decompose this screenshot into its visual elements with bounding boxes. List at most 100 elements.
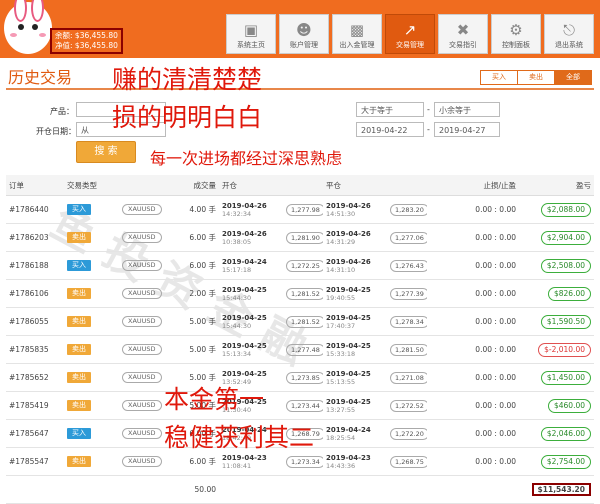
open-datetime: 2019-04-25 15:13:34	[219, 335, 279, 364]
trade-type-cell: 卖出	[64, 447, 119, 476]
total-spacer	[219, 475, 519, 504]
symbol-badge: XAUUSD	[122, 316, 162, 327]
close-time: 15:13:55	[326, 377, 356, 386]
close-time: 14:31:29	[326, 237, 356, 246]
nav-trading-button[interactable]: ↗ 交易管理	[385, 14, 435, 54]
open-datetime: 2019-04-26 10:38:05	[219, 223, 279, 252]
close-date-to-input[interactable]: 2019-04-27	[434, 122, 500, 137]
balance-row: 余额: $36,455.80	[55, 31, 118, 40]
order-id: #1785547	[6, 447, 64, 476]
range-separator: -	[427, 105, 430, 114]
close-price: 1,272.20	[390, 427, 427, 440]
col-open: 开仓	[219, 175, 279, 196]
pnl-badge: $826.00	[547, 286, 591, 301]
close-date: 2019-04-26	[326, 257, 371, 266]
open-price: 1,281.90	[286, 231, 323, 244]
symbol-badge: XAUUSD	[122, 204, 162, 215]
order-id: #1786106	[6, 279, 64, 308]
order-id: #1786055	[6, 307, 64, 336]
trade-type-cell: 卖出	[64, 279, 119, 308]
volume: 6.00 手	[183, 223, 219, 252]
pnl-cell: $-2,010.00	[519, 335, 594, 364]
open-date: 2019-04-25	[222, 285, 267, 294]
table-row: #1786055 卖出 XAUUSD 5.00 手 2019-04-25 15:44:30…	[6, 307, 594, 336]
nav-account-button[interactable]: ☻ 账户管理	[279, 14, 329, 54]
tools-icon: ✖	[456, 21, 470, 39]
rabbit-cheek-icon	[39, 33, 46, 37]
search-button[interactable]: 搜 索	[76, 141, 136, 163]
trade-type-badge: 买入	[67, 260, 91, 271]
pnl-cell: $2,088.00	[519, 195, 594, 224]
equity-value: $36,455.80	[74, 41, 118, 50]
open-date: 2019-04-26	[222, 201, 267, 210]
trade-type-cell: 卖出	[64, 223, 119, 252]
volume: 2.00 手	[183, 279, 219, 308]
overlay-line-2: 损的明明白白	[112, 103, 263, 132]
close-date: 2019-04-25	[326, 369, 371, 378]
nav-guide-button[interactable]: ✖ 交易指引	[438, 14, 488, 54]
nav-deposit-button[interactable]: ▩ 出入金管理	[332, 14, 382, 54]
close-price-cell: 1,277.06	[383, 223, 427, 252]
close-date-from-input[interactable]: 2019-04-22	[356, 122, 424, 137]
max-value-input[interactable]: 小余等于	[434, 102, 500, 117]
close-datetime: 2019-04-25 19:40:55	[323, 279, 383, 308]
open-price: 1,281.52	[286, 287, 323, 300]
filter-sell-tab[interactable]: 卖出	[517, 71, 554, 84]
close-price-cell: 1,276.43	[383, 251, 427, 280]
open-date: 2019-04-25	[222, 341, 267, 350]
close-date: 2019-04-25	[326, 341, 371, 350]
trade-type-badge: 卖出	[67, 372, 91, 383]
nav-label: 出入金管理	[339, 41, 375, 49]
trade-type-cell: 卖出	[64, 335, 119, 364]
close-price: 1,277.06	[390, 231, 427, 244]
filter-all-tab[interactable]: 全部	[554, 71, 591, 84]
open-date-label: 开仓日期：	[36, 127, 76, 136]
history-trades-table: 订单 交易类型 成交量 开仓 平仓 止损/止盈 盈亏 #1786440 买入 XAU…	[6, 175, 594, 504]
trade-type-cell: 买入	[64, 251, 119, 280]
table-row: #1785835 卖出 XAUUSD 5.00 手 2019-04-25 15:13:34…	[6, 335, 594, 364]
symbol-badge: XAUUSD	[122, 372, 162, 383]
close-date: 2019-04-25	[326, 397, 371, 406]
close-price-cell: 1,272.52	[383, 391, 427, 420]
sl-tp: 0.00 : 0.00	[427, 251, 519, 280]
main-nav: ▣ 系统主页 ☻ 账户管理 ▩ 出入金管理 ↗ 交易管理 ✖ 交易指引 ⚙ 控制…	[226, 14, 594, 54]
pnl-badge: $2,754.00	[540, 454, 591, 469]
open-price: 1,273.44	[286, 399, 323, 412]
close-datetime: 2019-04-25 15:13:55	[323, 363, 383, 392]
pnl-badge: $2,088.00	[540, 202, 591, 217]
close-time: 18:25:54	[326, 433, 356, 442]
table-row: #1786203 卖出 XAUUSD 6.00 手 2019-04-26 10:38:05…	[6, 223, 594, 252]
total-volume: 50.00	[183, 475, 219, 504]
pnl-badge: $1,590.50	[540, 314, 591, 329]
gear-icon: ⚙	[509, 21, 523, 39]
close-datetime: 2019-04-26 14:31:10	[323, 251, 383, 280]
close-time: 15:33:18	[326, 349, 356, 358]
equity-row: 净值: $36,455.80	[55, 41, 118, 50]
filter-buy-tab[interactable]: 买入	[481, 71, 517, 84]
trade-type-badge: 卖出	[67, 316, 91, 327]
trade-type-badge: 卖出	[67, 456, 91, 467]
table-row: #1785419 卖出 XAUUSD 5.00 手 2019-04-25 11:30:40…	[6, 391, 594, 420]
nav-control-panel-button[interactable]: ⚙ 控制面板	[491, 14, 541, 54]
close-date: 2019-04-25	[326, 313, 371, 322]
open-price-cell: 1,277.48	[279, 335, 323, 364]
equity-label: 净值	[55, 41, 70, 50]
close-price: 1,281.50	[390, 343, 427, 356]
open-date: 2019-04-23	[222, 453, 267, 462]
close-date: 2019-04-26	[326, 229, 371, 238]
open-price-cell: 1,273.85	[279, 363, 323, 392]
close-datetime: 2019-04-26 14:31:29	[323, 223, 383, 252]
open-price-cell: 1,281.90	[279, 223, 323, 252]
rabbit-ear-icon	[14, 0, 27, 22]
open-price-cell: 1,281.52	[279, 307, 323, 336]
open-price: 1,277.98	[286, 203, 323, 216]
account-balances: 余额: $36,455.80 净值: $36,455.80	[50, 28, 123, 54]
close-time: 17:40:37	[326, 321, 356, 330]
nav-home-button[interactable]: ▣ 系统主页	[226, 14, 276, 54]
symbol-badge: XAUUSD	[122, 344, 162, 355]
volume: 4.00 手	[183, 195, 219, 224]
nav-label: 账户管理	[290, 41, 318, 49]
nav-logout-button[interactable]: ⎋ 退出系统	[544, 14, 594, 54]
sl-tp: 0.00 : 0.00	[427, 419, 519, 448]
min-value-input[interactable]: 大于等于	[356, 102, 424, 117]
